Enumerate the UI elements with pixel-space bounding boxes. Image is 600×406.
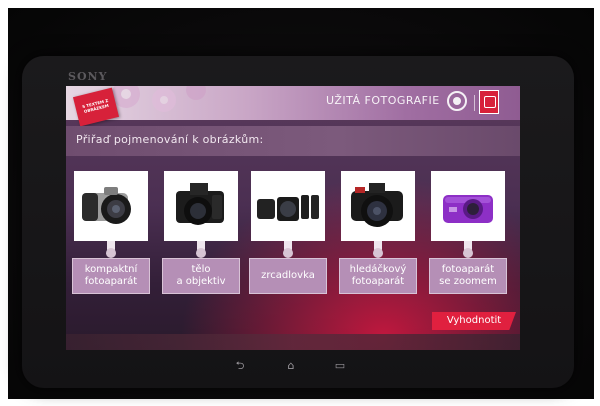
app-logo-icon[interactable] (479, 90, 499, 114)
device-brand: SONY (68, 70, 108, 83)
image-card-compact-zoom[interactable] (431, 171, 505, 241)
drop-peg[interactable] (373, 248, 383, 258)
image-card-body-and-lens[interactable] (164, 171, 238, 241)
header-bar: S TEXTEM Z OBRÁZKEM UŽITÁ FOTOGRAFIE (66, 86, 520, 127)
label-compact-camera[interactable]: kompaktní fotoaparát (72, 258, 150, 294)
image-card-lenses[interactable] (251, 171, 325, 241)
evaluate-button[interactable]: Vyhodnotit (432, 312, 516, 330)
back-icon[interactable]: ⮌ (232, 359, 248, 373)
recent-apps-icon[interactable]: ▭ (332, 359, 348, 373)
drop-peg[interactable] (106, 248, 116, 258)
decorative-band (66, 334, 520, 350)
drop-peg[interactable] (196, 248, 206, 258)
label-body-and-lens[interactable]: tělo a objektiv (162, 258, 240, 294)
label-viewfinder-camera[interactable]: hledáčkový fotoaparát (339, 258, 417, 294)
bridge-camera-image (82, 187, 131, 224)
slr-body-image (176, 183, 224, 225)
app-title: UŽITÁ FOTOGRAFIE (326, 94, 440, 107)
instruction-bar: Přiřaď pojmenování k obrázkům: (66, 126, 520, 156)
badge-text: S TEXTEM Z OBRÁZKEM (81, 97, 110, 114)
camera-shutter-icon[interactable] (447, 91, 467, 111)
lenses-image (257, 195, 319, 221)
label-slr[interactable]: zrcadlovka (249, 258, 327, 294)
android-nav-bar: ⮌ ⌂ ▭ (66, 354, 520, 380)
purple-camera-image (443, 195, 493, 223)
image-card-bridge-camera[interactable] (74, 171, 148, 241)
dslr-image (351, 183, 403, 227)
label-zoom-camera[interactable]: fotoaparát se zoomem (429, 258, 507, 294)
instruction-text: Přiřaď pojmenování k obrázkům: (76, 133, 264, 146)
header-divider (474, 95, 475, 111)
drop-peg[interactable] (283, 248, 293, 258)
drop-peg[interactable] (463, 248, 473, 258)
home-icon[interactable]: ⌂ (283, 359, 299, 373)
app-screen: S TEXTEM Z OBRÁZKEM UŽITÁ FOTOGRAFIE Při… (66, 86, 520, 350)
image-card-dslr[interactable] (341, 171, 415, 241)
